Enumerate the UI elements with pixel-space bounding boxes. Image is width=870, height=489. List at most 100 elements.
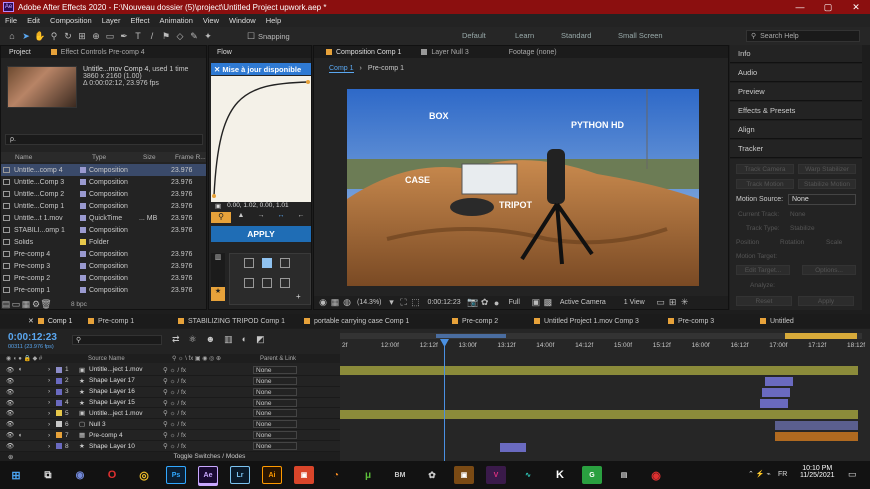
menu-layer[interactable]: Layer <box>97 16 126 25</box>
layer-switches[interactable]: ⚲ ☼ / fx <box>163 399 253 407</box>
label-color[interactable] <box>80 167 86 173</box>
scale-checkbox[interactable]: Scale <box>826 239 842 246</box>
title-safe-icon[interactable]: ⛶ <box>399 297 409 309</box>
chrome-icon[interactable]: ◎ <box>134 466 154 484</box>
office-icon[interactable]: ▣ <box>294 466 314 484</box>
transparency-grid-icon[interactable]: ▩ <box>543 297 553 309</box>
project-search-input[interactable]: ρ. <box>5 134 203 145</box>
parent-select[interactable]: None <box>253 431 297 440</box>
timeline-layer-row[interactable]: 👁 › 5 ▣ Untitle...ject 1.mov ⚲ ☼ / fx None <box>0 409 340 420</box>
toggle-switches-modes[interactable]: Toggle Switches / Modes <box>173 453 245 460</box>
puppet-tool-icon[interactable]: ✦ <box>202 30 214 42</box>
project-item[interactable]: STABILI...omp 1 Composition 23.976 <box>1 224 206 236</box>
options-button[interactable]: Options... <box>802 265 856 275</box>
label-color[interactable] <box>80 239 86 245</box>
rectangle-tool-icon[interactable]: ▭ <box>104 30 116 42</box>
project-item[interactable]: Pre-comp 4 Composition 23.976 <box>1 248 206 260</box>
resolution-select[interactable]: Full <box>509 299 520 306</box>
layer-name[interactable]: Shape Layer 10 <box>89 443 163 450</box>
layer-bar-2[interactable] <box>765 377 793 386</box>
visibility-eye-icon[interactable]: 👁 <box>6 420 18 428</box>
pan-behind-tool-icon[interactable]: ⊕ <box>90 30 102 42</box>
layer-label-color[interactable] <box>56 388 62 395</box>
viewer-timecode[interactable]: 0:00:12:23 <box>428 299 461 306</box>
layer-bar-5[interactable] <box>340 410 858 419</box>
parent-select[interactable]: None <box>253 409 297 418</box>
mask-visibility-icon[interactable]: ◍ <box>342 297 352 309</box>
project-item[interactable]: Solids Folder <box>1 236 206 248</box>
utorrent-icon[interactable]: μ <box>358 466 378 484</box>
project-item[interactable]: Untitle...Comp 2 Composition 23.976 <box>1 188 206 200</box>
visibility-eye-icon[interactable]: 👁 <box>6 366 18 374</box>
pen-tool-icon[interactable]: ✒ <box>118 30 130 42</box>
layer-bar-4[interactable] <box>760 399 788 408</box>
panel-effects-presets[interactable]: Effects & Presets <box>730 102 862 120</box>
layer-name[interactable]: Null 3 <box>89 421 163 428</box>
project-item[interactable]: Pre-comp 2 Composition 23.976 <box>1 272 206 284</box>
roto-brush-tool-icon[interactable]: ✎ <box>188 30 200 42</box>
layer-bar-8[interactable] <box>500 443 526 452</box>
project-item[interactable]: Untitle...t 1.mov QuickTime ... MB 23.976 <box>1 212 206 224</box>
project-item[interactable]: Pre-comp 1 Composition 23.976 <box>1 284 206 296</box>
timeline-layer-row[interactable]: 👁 › 6 ▢ Null 3 ⚲ ☼ / fx None <box>0 420 340 431</box>
layer-switches[interactable]: ⚲ ☼ / fx <box>163 377 253 385</box>
menu-view[interactable]: View <box>198 16 224 25</box>
brush-tool-icon[interactable]: / <box>146 30 158 42</box>
position-checkbox[interactable]: Position <box>736 239 759 246</box>
reset-exposure-icon[interactable]: ✳ <box>680 297 690 309</box>
opera-icon[interactable]: O <box>102 466 122 484</box>
motion-blur-icon[interactable]: ◐ <box>242 334 247 345</box>
label-color[interactable] <box>80 227 86 233</box>
delete-icon[interactable]: 🗑 <box>40 299 51 311</box>
layer-name[interactable]: Shape Layer 17 <box>89 377 163 384</box>
label-color[interactable] <box>80 287 86 293</box>
shy-icon[interactable]: ☻ <box>206 334 215 345</box>
always-preview-icon[interactable]: ◉ <box>318 297 328 309</box>
mask-icon[interactable]: ⬚ <box>411 297 421 309</box>
discord-icon[interactable]: ◉ <box>70 466 90 484</box>
channel-icon[interactable]: ✿ <box>480 297 490 309</box>
label-color[interactable] <box>80 263 86 269</box>
layer-switches[interactable]: ⚲ ☼ / fx <box>163 409 253 417</box>
timeline-tab[interactable]: Pre-comp 3 <box>660 318 752 325</box>
render-time-icon[interactable]: ⊛ <box>8 453 13 461</box>
layer-label-color[interactable] <box>56 399 62 406</box>
snapping-checkbox[interactable]: ☐ <box>245 30 257 42</box>
layer-bar-6[interactable] <box>775 421 858 430</box>
selection-tool-icon[interactable]: ➤ <box>20 30 32 42</box>
expand-icon[interactable]: › <box>48 410 56 417</box>
label-color[interactable] <box>80 179 86 185</box>
comp-mini-flowchart-icon[interactable]: ⇄ <box>172 334 180 345</box>
timeline-layer-row[interactable]: 👁 › 4 ★ Shape Layer 15 ⚲ ☼ / fx None <box>0 398 340 409</box>
timeline-tab[interactable]: STABILIZING TRIPOD Comp 1 <box>170 318 296 325</box>
label-color[interactable] <box>80 251 86 257</box>
current-track-value[interactable]: None <box>790 211 806 218</box>
maximize-button[interactable]: ▢ <box>814 0 842 14</box>
layer-name[interactable]: Shape Layer 15 <box>89 399 163 406</box>
task-view-icon[interactable]: ⧉ <box>38 466 58 484</box>
preset-thumb-5[interactable] <box>262 278 272 288</box>
timeline-tab[interactable]: Pre-comp 1 <box>80 318 170 325</box>
layer-bar-1[interactable] <box>340 366 858 375</box>
interpret-footage-icon[interactable]: ▤ <box>2 299 11 311</box>
eraser-tool-icon[interactable]: ◇ <box>174 30 186 42</box>
panel-audio[interactable]: Audio <box>730 64 862 82</box>
linear-icon[interactable]: ▲ <box>231 212 251 223</box>
playhead[interactable] <box>444 339 445 461</box>
apply-tracker-button[interactable]: Apply <box>798 296 854 306</box>
3d-view-icon[interactable]: ⊞ <box>668 297 678 309</box>
project-item[interactable]: Pre-comp 3 Composition 23.976 <box>1 260 206 272</box>
app-puzzle-icon[interactable]: ✿ <box>422 466 442 484</box>
windows-start-icon[interactable]: ⊞ <box>6 466 26 484</box>
lightroom-icon[interactable]: Lr <box>230 466 250 484</box>
snapshot-icon[interactable]: 📷 <box>467 297 478 309</box>
camera-tool-icon[interactable]: ⊞ <box>76 30 88 42</box>
layer-bar-7[interactable] <box>775 432 858 441</box>
color-channel-icon[interactable]: ● <box>492 297 502 309</box>
layer-switches[interactable]: ⚲ ☼ / fx <box>163 366 253 374</box>
workspace-small-screen[interactable]: Small Screen <box>618 31 663 40</box>
timeline-tab[interactable]: portable carrying case Comp 1 <box>296 318 444 325</box>
ease-out-icon[interactable]: ← <box>291 212 311 223</box>
expand-icon[interactable]: › <box>48 399 56 406</box>
view-select[interactable]: 1 View <box>624 299 645 306</box>
